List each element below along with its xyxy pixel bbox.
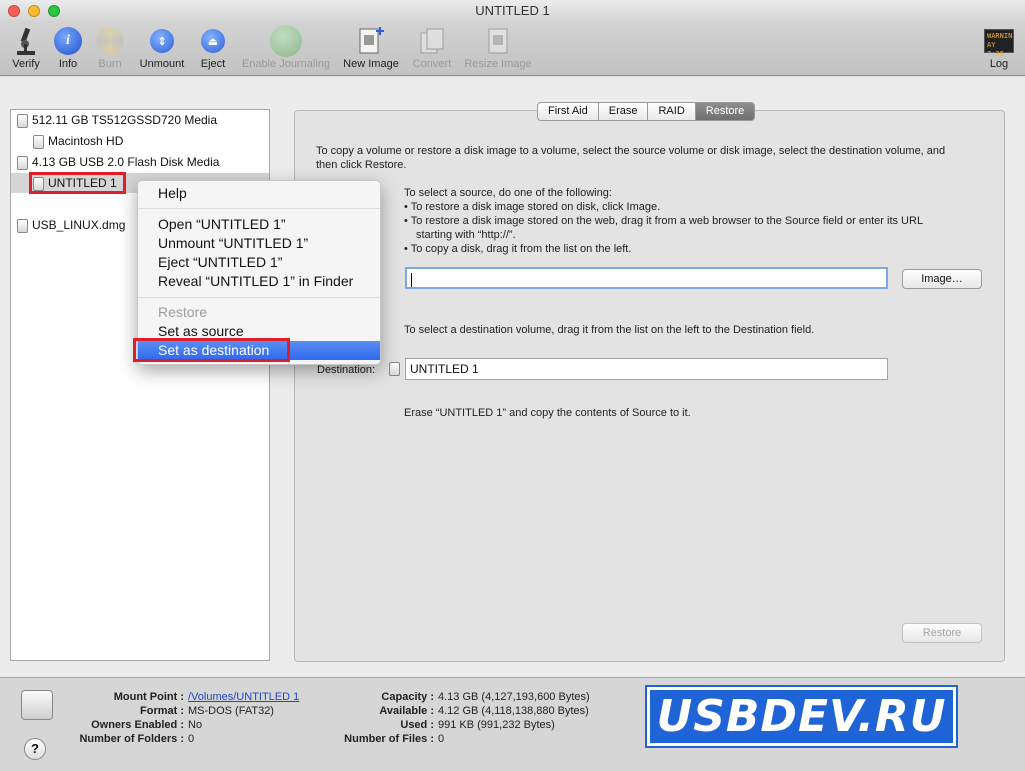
source-bullet-2: • To restore a disk image stored on the …	[404, 215, 924, 227]
menu-item-eject[interactable]: Eject “UNTITLED 1”	[138, 253, 380, 272]
microscope-icon	[8, 24, 44, 58]
menu-separator	[138, 208, 380, 209]
journaling-icon	[270, 25, 302, 57]
toolbar: Verify i Info Burn ⇕ Unmount ⏏ Eject Ena…	[0, 22, 1025, 76]
watermark-logo: USBDEV.RU	[645, 685, 958, 748]
usb-disk-icon	[17, 155, 28, 170]
destination-volume-icon	[389, 362, 400, 376]
internal-disk-icon	[17, 113, 28, 128]
verify-button[interactable]: Verify	[8, 24, 44, 70]
tab-first-aid[interactable]: First Aid	[538, 103, 599, 120]
source-field[interactable]	[405, 267, 888, 289]
sidebar-item-usb-linux-dmg[interactable]: USB_LINUX.dmg	[17, 215, 125, 235]
source-heading: To select a source, do one of the follow…	[404, 187, 612, 199]
mount-point-link[interactable]: /Volumes/UNTITLED 1	[184, 690, 299, 704]
burn-button[interactable]: Burn	[92, 24, 128, 70]
convert-icon	[408, 24, 456, 58]
info-button[interactable]: i Info	[50, 24, 86, 70]
sidebar-item-ssd[interactable]: 512.11 GB TS512GSSD720 Media	[17, 110, 217, 130]
minimize-window-button[interactable]	[28, 5, 40, 17]
tab-bar: First Aid Erase RAID Restore	[537, 102, 756, 121]
menu-item-help[interactable]: Help	[138, 184, 380, 203]
destination-field[interactable]: UNTITLED 1	[405, 358, 888, 380]
eject-button[interactable]: ⏏ Eject	[196, 24, 230, 70]
menu-item-reveal-in-finder[interactable]: Reveal “UNTITLED 1” in Finder	[138, 272, 380, 291]
sidebar-item-usb-disk[interactable]: 4.13 GB USB 2.0 Flash Disk Media	[17, 152, 219, 172]
source-bullet-1: • To restore a disk image stored on disk…	[404, 201, 661, 213]
image-button[interactable]: Image…	[902, 269, 982, 289]
enable-journaling-button[interactable]: Enable Journaling	[238, 24, 334, 70]
unmount-button[interactable]: ⇕ Unmount	[136, 24, 188, 70]
burn-disc-icon	[96, 27, 124, 55]
sidebar-item-macintosh-hd[interactable]: Macintosh HD	[33, 131, 123, 151]
restore-intro: To copy a volume or restore a disk image…	[316, 145, 946, 171]
menu-item-unmount[interactable]: Unmount “UNTITLED 1”	[138, 234, 380, 253]
destination-label: Destination:	[317, 364, 376, 376]
help-button[interactable]: ?	[24, 738, 46, 760]
restore-panel: To copy a volume or restore a disk image…	[294, 110, 1005, 662]
restore-button[interactable]: Restore	[902, 623, 982, 643]
annotation-highlight-untitled	[29, 172, 126, 194]
disk-image-icon	[17, 218, 28, 233]
annotation-highlight-set-destination	[133, 338, 290, 362]
info-icon: i	[54, 27, 82, 55]
convert-button[interactable]: Convert	[408, 24, 456, 70]
tab-erase[interactable]: Erase	[599, 103, 649, 120]
new-image-icon	[341, 24, 401, 58]
log-console-icon: WARNIN AY 7:36	[984, 29, 1014, 58]
zoom-window-button[interactable]	[48, 5, 60, 17]
new-image-button[interactable]: New Image	[341, 24, 401, 70]
menu-item-restore: Restore	[158, 304, 208, 320]
erase-note: Erase “UNTITLED 1” and copy the contents…	[404, 407, 691, 419]
source-bullet-3: • To copy a disk, drag it from the list …	[404, 243, 632, 255]
close-window-button[interactable]	[8, 5, 20, 17]
destination-heading: To select a destination volume, drag it …	[404, 324, 815, 336]
main-area: 512.11 GB TS512GSSD720 Media Macintosh H…	[0, 77, 1025, 677]
window-title: UNTITLED 1	[475, 3, 550, 18]
info-right: Capacity :4.13 GB (4,127,193,600 Bytes) …	[344, 691, 590, 745]
log-button[interactable]: WARNIN AY 7:36 Log	[980, 24, 1018, 70]
resize-image-icon	[462, 24, 534, 58]
eject-icon: ⏏	[201, 29, 225, 53]
tab-restore[interactable]: Restore	[695, 103, 755, 120]
menu-item-open[interactable]: Open “UNTITLED 1”	[138, 215, 380, 234]
info-left: Mount Point :/Volumes/UNTITLED 1 Format …	[79, 690, 300, 745]
tab-raid[interactable]: RAID	[648, 103, 696, 120]
title-bar: UNTITLED 1	[0, 0, 1025, 22]
source-bullet-2-cont: starting with “http://”.	[416, 229, 516, 241]
menu-separator	[138, 297, 380, 298]
volume-icon-large	[21, 690, 53, 720]
volume-icon	[33, 134, 44, 149]
resize-image-button[interactable]: Resize Image	[462, 24, 534, 70]
unmount-icon: ⇕	[150, 29, 174, 53]
